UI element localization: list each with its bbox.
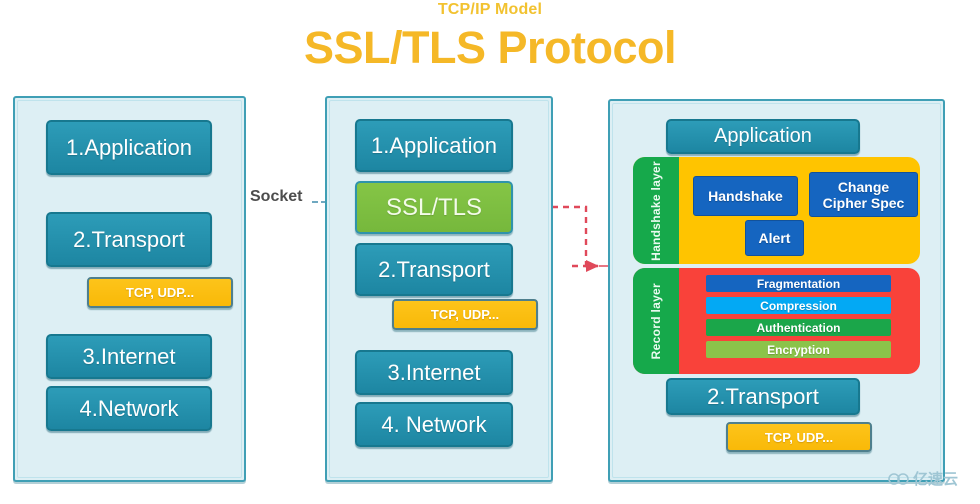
box-tcp-udp-col2[interactable]: TCP, UDP... [392,299,538,330]
box-network-col1[interactable]: 4.Network [46,386,212,431]
box-authentication[interactable]: Authentication [706,319,891,336]
box-internet-col2[interactable]: 3.Internet [355,350,513,395]
box-alert[interactable]: Alert [745,220,804,256]
box-ssl-tls[interactable]: SSL/TLS [355,181,513,234]
box-handshake[interactable]: Handshake [693,176,798,216]
box-application-col3[interactable]: Application [666,119,860,154]
diagram-subtitle: TCP/IP Model [437,1,543,18]
box-network-col2[interactable]: 4. Network [355,402,513,447]
box-change-cipher-spec[interactable]: Change Cipher Spec [809,172,918,217]
socket-label: Socket [246,188,307,206]
record-layer-body: Fragmentation Compression Authentication… [679,268,920,374]
watermark: 亿速云 [888,468,958,489]
box-compression[interactable]: Compression [706,297,891,314]
handshake-layer: Handshake layer Handshake Change Cipher … [633,157,920,264]
diagram-canvas: TCP/IP Model SSL/TLS Protocol Socket 1.A… [0,0,980,504]
record-layer-tab-label: Record layer [649,282,663,360]
record-layer: Record layer Fragmentation Compression A… [633,268,920,374]
box-application-col2[interactable]: 1.Application [355,119,513,172]
cloud-icon [888,472,909,485]
handshake-layer-tab-label: Handshake layer [649,160,663,261]
box-encryption[interactable]: Encryption [706,341,891,358]
box-tcp-udp-col1[interactable]: TCP, UDP... [87,277,233,308]
box-transport-col3[interactable]: 2.Transport [666,378,860,415]
box-tcp-udp-col3[interactable]: TCP, UDP... [726,422,872,452]
record-layer-tab: Record layer [633,268,679,374]
diagram-title: SSL/TLS Protocol [303,22,677,73]
handshake-layer-tab: Handshake layer [633,157,679,264]
box-application-col1[interactable]: 1.Application [46,120,212,175]
box-transport-col2[interactable]: 2.Transport [355,243,513,296]
box-fragmentation[interactable]: Fragmentation [706,275,891,292]
box-internet-col1[interactable]: 3.Internet [46,334,212,379]
watermark-text: 亿速云 [913,470,959,488]
box-transport-col1[interactable]: 2.Transport [46,212,212,267]
handshake-layer-body: Handshake Change Cipher Spec Alert [679,157,920,264]
